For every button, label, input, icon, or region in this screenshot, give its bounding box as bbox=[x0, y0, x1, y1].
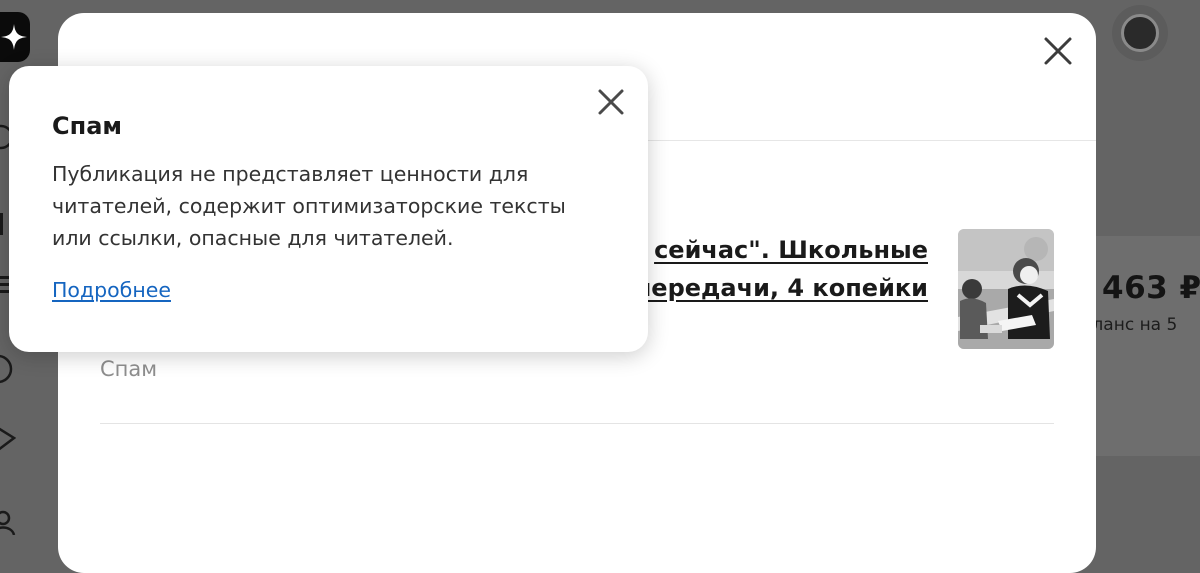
learn-more-link[interactable]: Подробнее bbox=[52, 278, 171, 302]
content-divider bbox=[100, 423, 1054, 424]
article-thumbnail bbox=[958, 229, 1054, 349]
popover-close-button[interactable] bbox=[595, 86, 627, 118]
user-avatar[interactable] bbox=[1112, 5, 1168, 61]
circle-icon[interactable] bbox=[0, 354, 16, 384]
balance-card bbox=[1096, 236, 1200, 456]
modal-close-button[interactable] bbox=[1040, 33, 1076, 69]
close-icon bbox=[1044, 37, 1072, 65]
profile-icon[interactable] bbox=[0, 505, 16, 536]
video-icon[interactable] bbox=[0, 424, 17, 454]
balance-note: аланс на 5 bbox=[1082, 315, 1178, 335]
avatar-image bbox=[1121, 14, 1159, 52]
close-icon bbox=[598, 89, 624, 115]
selected-reason: Спам bbox=[100, 357, 158, 381]
popover-description: Публикация не представляет ценности для … bbox=[52, 162, 566, 250]
app-logo[interactable] bbox=[0, 12, 30, 62]
spam-info-popover: Спам Публикация не представляет ценности… bbox=[9, 66, 648, 352]
balance-amount: 463 ₽ bbox=[1102, 270, 1200, 306]
star-icon bbox=[1, 24, 27, 50]
popover-title: Спам bbox=[52, 112, 123, 140]
